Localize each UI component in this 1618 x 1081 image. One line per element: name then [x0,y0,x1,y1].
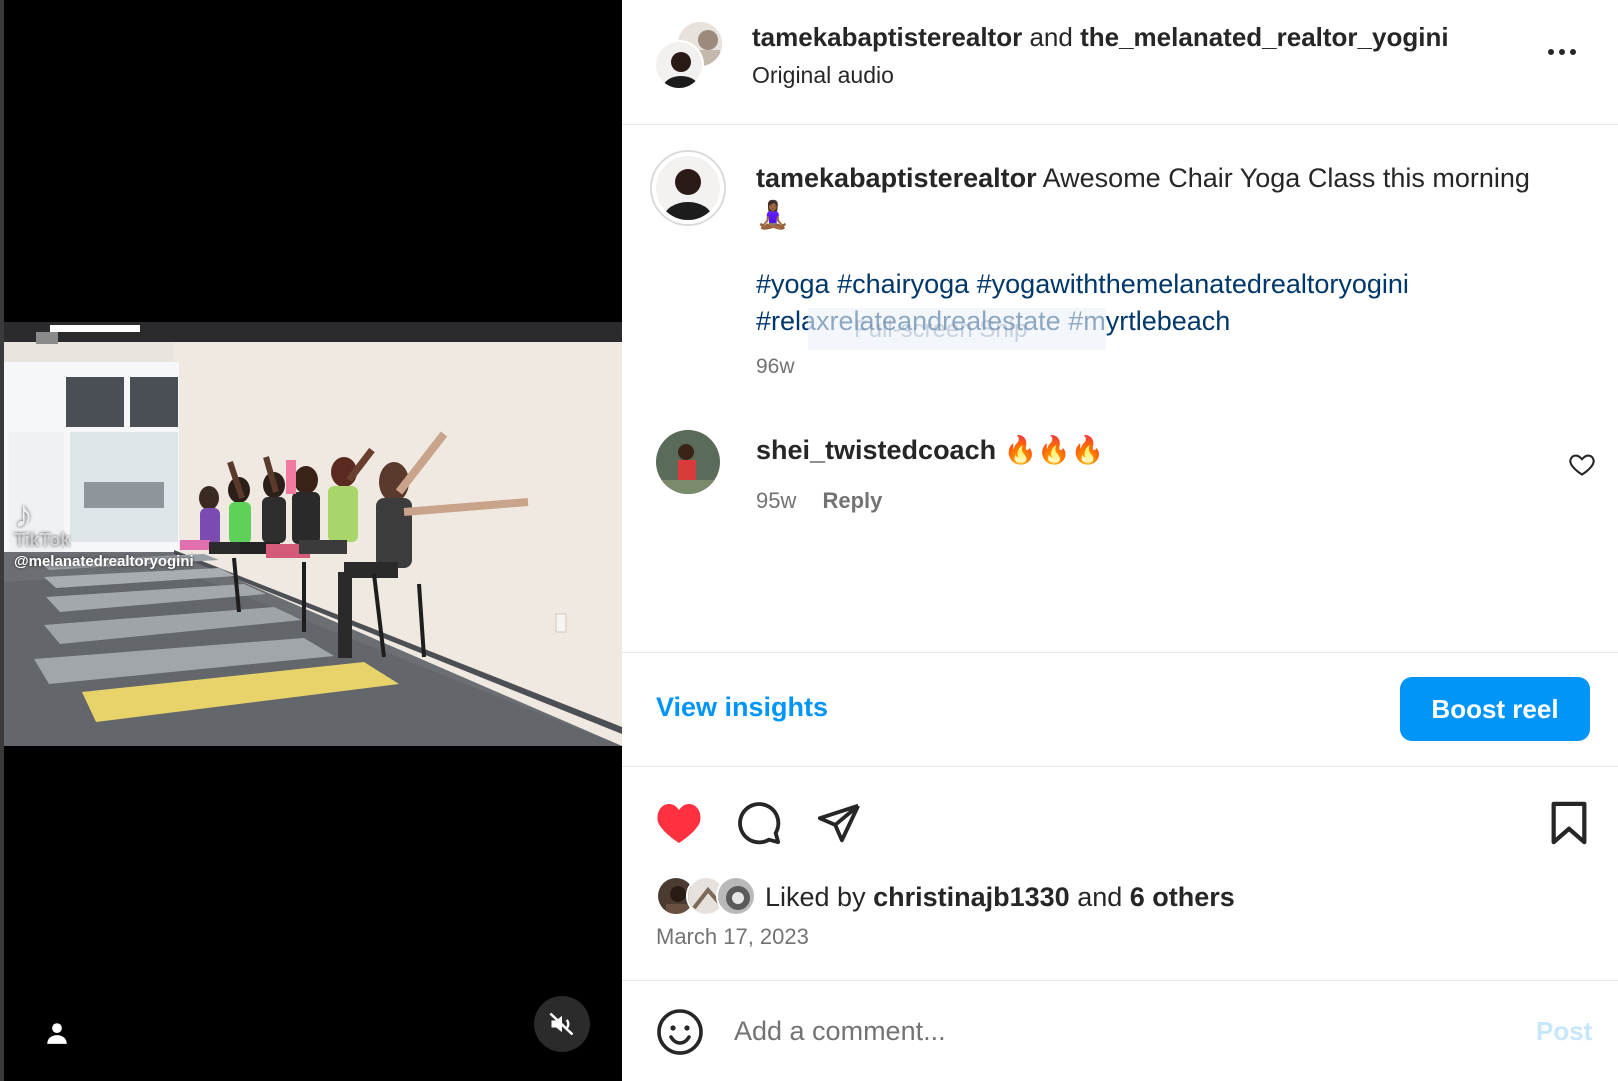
collaborator-username[interactable]: the_melanated_realtor_yogini [1080,22,1448,52]
comment-like-button[interactable] [1568,450,1596,478]
more-icon [1548,49,1576,55]
caption-text: tamekabaptisterealtor Awesome Chair Yoga… [756,160,1576,234]
author-username[interactable]: tamekabaptisterealtor [752,22,1022,52]
tiktok-watermark: ♪ TikTok @melanatedrealtoryogini [14,496,194,570]
caption-username[interactable]: tamekabaptisterealtor [756,163,1037,193]
save-button[interactable] [1542,796,1596,850]
post-authors: tamekabaptisterealtor and the_melanated_… [752,22,1449,53]
add-comment-bar: Post [622,980,1618,1081]
mute-icon [549,1012,574,1036]
reply-button[interactable]: Reply [822,488,882,513]
other-likers-link[interactable]: 6 others [1130,882,1235,912]
liked-by-joiner: and [1077,882,1123,912]
comment-meta: 95w Reply [756,488,882,514]
comment-like-icon [1569,454,1595,476]
liker-avatar [716,876,756,916]
view-insights-link[interactable]: View insights [656,692,828,723]
post-date: March 17, 2023 [656,924,809,949]
liked-by-prefix: Liked by [765,882,866,912]
collab-avatar-primary [654,40,704,90]
share-icon [817,803,860,843]
heart-icon [657,804,701,843]
bookmark-icon [1551,801,1587,845]
comment-username[interactable]: shei_twistedcoach [756,435,996,465]
liker-username[interactable]: christinajb1330 [873,882,1070,912]
liker-avatars[interactable] [656,876,762,918]
user-tag-icon [47,1023,67,1044]
emoji-icon [657,1009,703,1055]
emoji-picker-button[interactable] [656,1008,704,1056]
caption-avatar[interactable] [650,150,726,226]
caption-body: Awesome Chair Yoga Class this morning [1042,163,1530,193]
insights-bar: View insights Boost reel [622,652,1618,766]
comment-text: shei_twistedcoach 🔥🔥🔥 [756,434,1104,466]
share-button[interactable] [812,796,866,850]
user-tag-button[interactable] [40,1016,74,1050]
liked-by-text: Liked by christinajb1330 and 6 others [765,882,1235,913]
like-button[interactable] [652,796,706,850]
header-divider [622,124,1618,125]
action-bar [622,790,1618,854]
comment-button[interactable] [732,796,786,850]
insights-bottom-divider [622,766,1618,767]
audio-label[interactable]: Original audio [752,62,894,89]
post-panel: tamekabaptisterealtor and the_melanated_… [622,0,1618,1081]
boost-reel-button[interactable]: Boost reel [1400,677,1590,741]
tiktok-logo-icon: ♪ [14,494,33,536]
comment-timestamp: 95w [756,488,797,513]
comment-avatar[interactable] [656,430,720,494]
comment-icon [738,802,781,845]
authors-joiner: and [1029,22,1073,52]
tiktok-handle: @melanatedrealtoryogini [14,553,194,570]
snip-overlay-hint: Full-screen Snip [808,308,1106,350]
collab-avatars[interactable] [654,20,724,90]
reel-media[interactable]: ♪ TikTok @melanatedrealtoryogini [0,0,622,1081]
comment-body: 🔥🔥🔥 [1003,435,1105,465]
post-header: tamekabaptisterealtor and the_melanated_… [622,0,1618,124]
post-comment-button[interactable]: Post [1536,1016,1592,1047]
mute-button[interactable] [534,996,590,1052]
caption-emoji: 🧘🏾‍♀️ [756,200,790,230]
tiktok-name: TikTok [14,530,71,550]
more-options-button[interactable] [1540,34,1584,70]
caption-timestamp: 96w [756,355,795,378]
comment-input[interactable] [734,1010,1474,1052]
